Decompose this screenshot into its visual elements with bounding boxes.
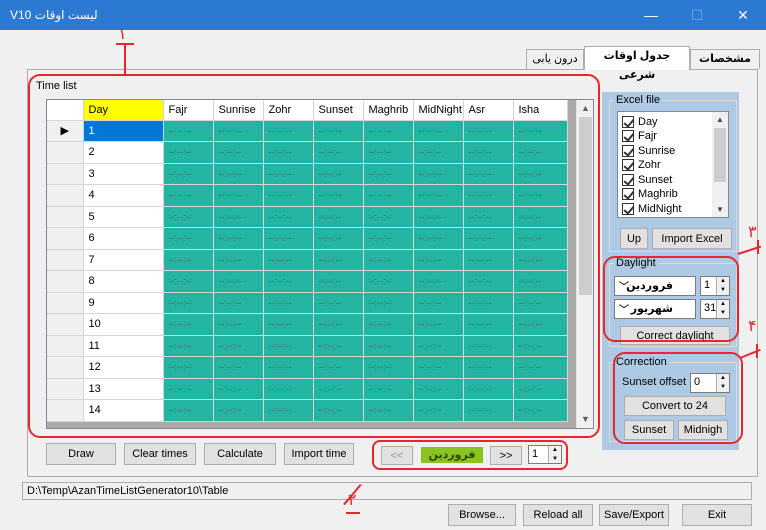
checkbox-checked-icon[interactable] — [622, 188, 634, 200]
excel-columns-list[interactable]: Day Fajr Sunrise Zohr Sunset Maghrib MidNight … — [617, 111, 729, 218]
tab-interpolation[interactable]: درون یابی — [526, 49, 584, 69]
tab-prayer-times[interactable]: جدول اوقات شرعی — [584, 46, 690, 81]
maximize-button[interactable]: ☐ — [674, 0, 720, 30]
browse-button[interactable]: Browse... — [448, 504, 516, 526]
excel-item-fajr[interactable]: Fajr — [622, 130, 657, 143]
annotation-box-2 — [372, 440, 568, 470]
annotation-cap-2 — [346, 512, 360, 514]
import-excel-button[interactable]: Import Excel — [652, 228, 732, 249]
annotation-box-3 — [603, 256, 739, 342]
excel-item-zohr[interactable]: Zohr — [622, 159, 661, 172]
save-export-button[interactable]: Save/Export — [599, 504, 669, 526]
tab-method-specs[interactable]: مشخصات متد — [690, 49, 760, 84]
up-button[interactable]: Up — [620, 228, 648, 249]
excel-item-label: Maghrib — [638, 188, 678, 200]
annotation-line-1 — [124, 44, 126, 74]
excel-item-label: MidNight — [638, 202, 682, 215]
excel-item-sunrise[interactable]: Sunrise — [622, 144, 675, 157]
annotation-box-4 — [613, 352, 743, 444]
scroll-thumb[interactable] — [714, 128, 726, 182]
excel-item-sunset[interactable]: Sunset — [622, 173, 672, 186]
scroll-down-icon[interactable]: ▼ — [712, 205, 728, 214]
annotation-number-4: ۴ — [748, 316, 757, 335]
excel-item-label: Fajr — [638, 130, 657, 142]
window-title: V10 لیست اوقات — [10, 8, 98, 22]
scroll-up-icon[interactable]: ▲ — [712, 115, 728, 124]
annotation-number-2: ٢ — [348, 490, 357, 509]
annotation-cap-1 — [116, 43, 134, 45]
checkbox-checked-icon[interactable] — [622, 159, 634, 171]
import-time-button[interactable]: Import time — [284, 443, 354, 465]
annotation-cap-4 — [756, 344, 758, 358]
excel-item-label: Sunset — [638, 173, 673, 186]
clear-times-button[interactable]: Clear times — [124, 443, 196, 465]
path-field[interactable]: D:\Temp\AzanTimeListGenerator10\Table — [22, 482, 752, 500]
title-bar: V10 لیست اوقات — ☐ ✕ — [0, 0, 766, 30]
annotation-number-3: ٣ — [748, 222, 757, 241]
checkbox-checked-icon[interactable] — [622, 173, 634, 186]
excel-item-midnight[interactable]: MidNight — [622, 202, 681, 215]
minimize-button[interactable]: — — [628, 0, 674, 30]
calculate-button[interactable]: Calculate — [204, 443, 276, 465]
excel-item-label: Day — [638, 115, 658, 128]
checkbox-checked-icon[interactable] — [622, 202, 634, 215]
excel-item-label: Sunrise — [638, 144, 676, 157]
close-button[interactable]: ✕ — [720, 0, 766, 30]
annotation-cap-3 — [757, 240, 759, 254]
reload-all-button[interactable]: Reload all — [523, 504, 593, 526]
excel-item-label: Zohr — [638, 159, 661, 171]
checkbox-checked-icon[interactable] — [622, 130, 634, 142]
excel-file-legend: Excel file — [616, 94, 661, 106]
checkbox-checked-icon[interactable] — [622, 144, 634, 157]
exit-button[interactable]: Exit — [682, 504, 752, 526]
excel-list-scrollbar[interactable]: ▲ ▼ — [712, 112, 728, 217]
checkbox-checked-icon[interactable] — [622, 115, 634, 128]
excel-item-maghrib[interactable]: Maghrib — [622, 188, 678, 201]
annotation-box-1 — [28, 74, 600, 438]
excel-item-day[interactable]: Day — [622, 115, 658, 128]
draw-button[interactable]: Draw — [46, 443, 116, 465]
annotation-number-1: ١ — [118, 24, 127, 43]
